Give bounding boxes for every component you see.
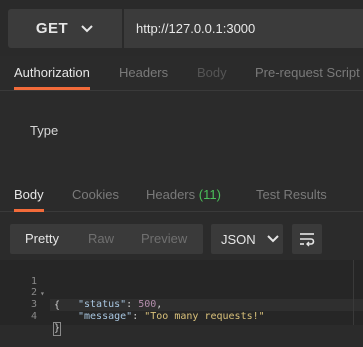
wrap-lines-icon: [300, 233, 315, 247]
tab-label: Cookies: [72, 187, 119, 202]
tab-label: Body: [197, 65, 227, 80]
view-preview-button[interactable]: Preview: [141, 224, 187, 254]
tab-authorization[interactable]: Authorization: [14, 58, 90, 90]
tab-label: Headers: [119, 65, 169, 80]
view-raw-button[interactable]: Raw: [88, 224, 114, 254]
code-text: "message": "Too many requests!": [78, 311, 265, 323]
json-value: "Too many requests!": [144, 311, 265, 322]
tab-pre-request-script[interactable]: Pre-request Script: [255, 58, 360, 89]
tab-response-body[interactable]: Body: [14, 180, 44, 212]
tab-response-headers[interactable]: Headers (11): [146, 180, 221, 211]
code-line: 3 "message": "Too many requests!": [0, 287, 363, 322]
json-separator: :: [132, 311, 145, 322]
method-label: GET: [35, 20, 69, 37]
tab-label: Body: [14, 187, 44, 202]
tab-label: Test Results: [256, 187, 327, 202]
line-number: 4: [30, 311, 37, 322]
format-label: JSON: [221, 231, 256, 247]
request-tabs: Authorization Headers Body Pre-request S…: [0, 58, 363, 91]
tab-label: Headers: [146, 187, 196, 202]
format-dropdown[interactable]: JSON: [211, 224, 283, 254]
headers-count-badge: (11): [198, 187, 221, 202]
tab-headers[interactable]: Headers: [119, 58, 168, 89]
tab-label: Authorization: [14, 65, 90, 80]
response-tabs: Body Cookies Headers (11) Test Results: [0, 178, 363, 212]
tab-cookies[interactable]: Cookies: [72, 180, 119, 211]
view-mode-switch: Pretty Raw Preview: [10, 224, 203, 254]
url-input[interactable]: http://127.0.0.1:3000: [124, 9, 363, 48]
auth-type-label: Type: [30, 123, 59, 138]
wrap-lines-button[interactable]: [292, 224, 322, 254]
url-text: http://127.0.0.1:3000: [136, 21, 256, 36]
json-key: "message": [78, 311, 133, 322]
tab-body: Body: [197, 58, 227, 89]
view-pretty-button[interactable]: Pretty: [25, 224, 59, 254]
tab-label: Pre-request Script: [255, 65, 360, 80]
request-bar: GET http://127.0.0.1:3000: [0, 0, 363, 56]
method-dropdown[interactable]: GET: [8, 9, 122, 48]
code-line: 2 "status": 500,: [0, 275, 363, 310]
response-editor[interactable]: 1 ▾ { 2 "status": 500, 3 "message": "Too…: [0, 260, 363, 336]
chevron-down-icon: [81, 24, 93, 32]
chevron-down-icon: [266, 235, 279, 243]
code-line: 4 }: [0, 299, 363, 336]
tab-test-results[interactable]: Test Results: [256, 180, 327, 211]
